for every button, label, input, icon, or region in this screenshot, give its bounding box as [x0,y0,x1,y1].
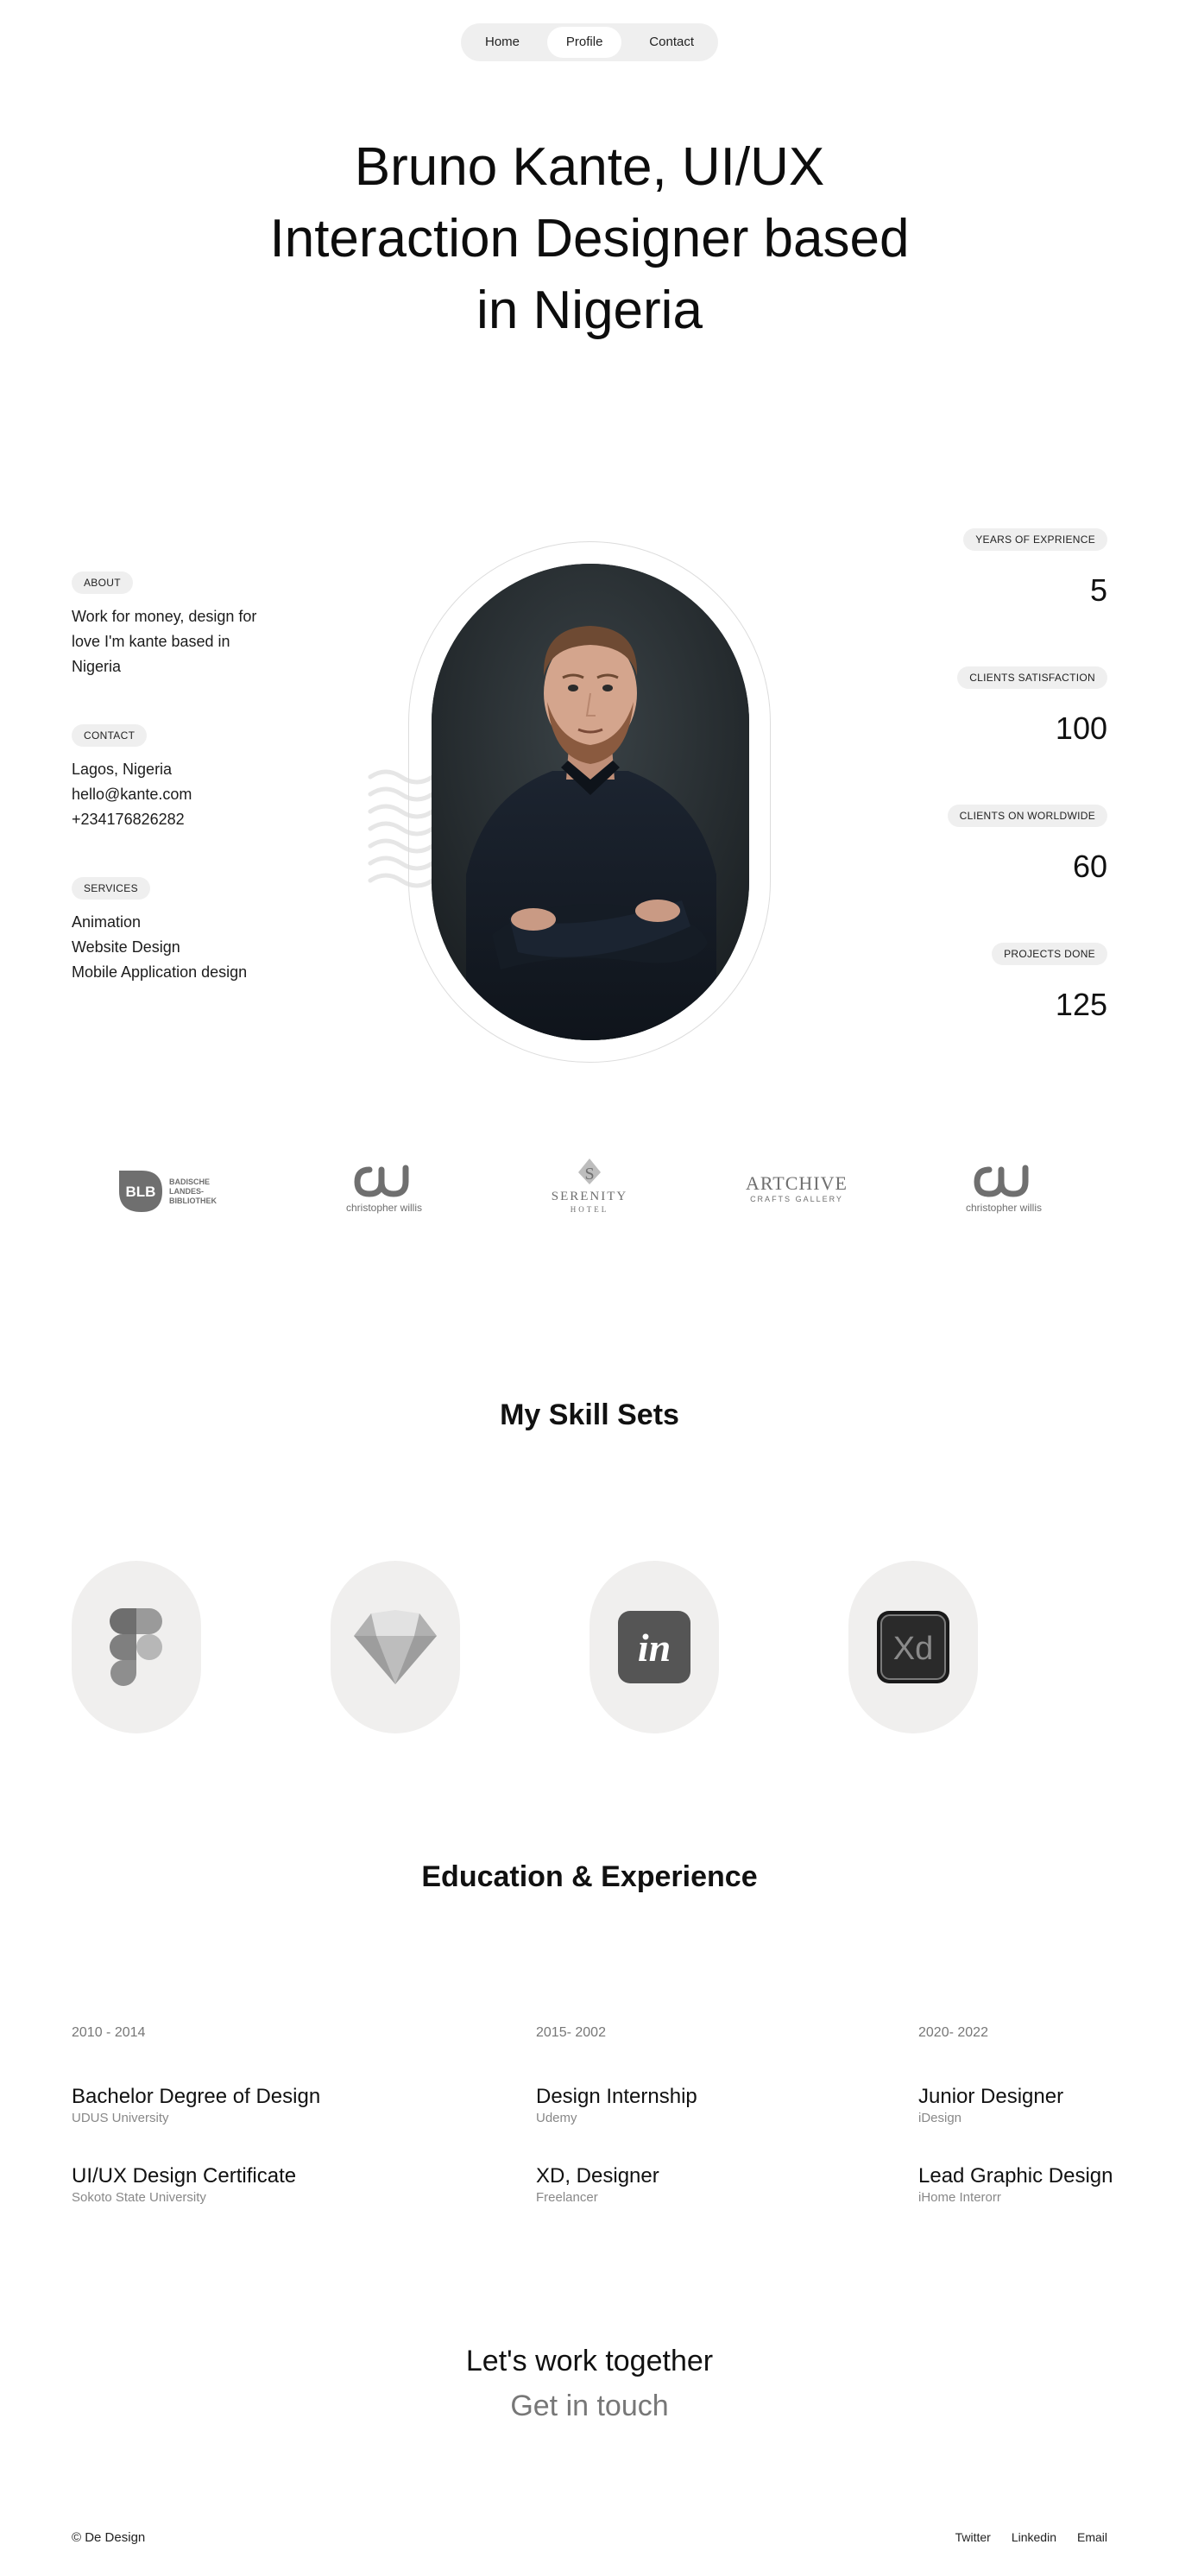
services-block: SERVICES Animation Website Design Mobile… [72,877,296,985]
edu-title: Design Internship [536,2085,697,2108]
footer-links: Twitter Linkedin Email [955,2530,1107,2544]
edu-sub: Sokoto State University [72,2190,206,2205]
edu-sub: Freelancer [536,2190,598,2205]
nav-home[interactable]: Home [466,27,539,58]
nav-contact[interactable]: Contact [630,27,713,58]
edu-item: Junior Designer iDesign [918,2084,1113,2127]
footer-link-linkedin[interactable]: Linkedin [1012,2530,1056,2544]
contact-email[interactable]: hello@kante.com [72,782,296,807]
stat-value: 5 [1089,572,1107,608]
skill-sketch [331,1561,460,1733]
education-column: 2015- 2002 Design Internship Udemy XD, D… [536,2025,697,2207]
about-text-line: Nigeria [72,658,122,675]
christopher-willis-logo-2: christopher willis [939,1157,1069,1219]
stat-label: CLIENTS ON WORLDWIDE [947,805,1107,827]
svg-text:LANDES-: LANDES- [169,1187,204,1196]
hero-title-line: in Nigeria [476,281,703,340]
about-text-line: love I'm kante based in [72,633,230,650]
education-column: 2020- 2022 Junior Designer iDesign Lead … [918,2025,1113,2207]
stat-label: YEARS OF EXPRIENCE [963,528,1107,551]
svg-text:S: S [584,1165,594,1184]
stat-years: YEARS OF EXPRIENCE 5 [963,528,1107,608]
contact-phone[interactable]: +234176826282 [72,807,296,832]
logo-mark: BLB [126,1184,156,1200]
svg-text:in: in [638,1626,671,1670]
top-nav: Home Profile Contact [461,23,718,61]
skill-adobe-xd: Xd [848,1561,978,1733]
blb-logo: BLB BADISCHE LANDES- BIBLIOTHEK [112,1157,242,1219]
education-column: 2010 - 2014 Bachelor Degree of Design UD… [72,2025,320,2207]
serenity-hotel-logo: S SERENITY HOTEL [525,1157,654,1219]
stat-satisfaction: CLIENTS SATISFACTION 100 [957,666,1107,746]
svg-text:christopher willis: christopher willis [346,1202,422,1214]
svg-text:HOTEL: HOTEL [571,1205,609,1214]
hero-title-line: Interaction Designer based [269,209,910,268]
nav-profile[interactable]: Profile [546,27,622,58]
stat-value: 125 [1055,987,1107,1022]
stat-label: CLIENTS SATISFACTION [957,666,1107,689]
footer-link-twitter[interactable]: Twitter [955,2530,991,2544]
skills-title: My Skill Sets [500,1398,679,1431]
edu-item: XD, Designer Freelancer [536,2163,697,2207]
edu-years: 2020- 2022 [918,2025,988,2040]
service-item: Animation [72,913,142,931]
edu-sub: UDUS University [72,2111,169,2125]
svg-text:ARTCHIVE: ARTCHIVE [746,1172,848,1194]
svg-text:Xd: Xd [893,1631,933,1667]
figma-icon [110,1608,162,1686]
edu-item: Bachelor Degree of Design UDUS Universit… [72,2084,320,2127]
stat-clients: CLIENTS ON WORLDWIDE 60 [947,805,1107,884]
svg-text:BIBLIOTHEK: BIBLIOTHEK [169,1196,217,1205]
skill-invision: in [590,1561,719,1733]
person-portrait-image [432,564,749,1040]
about-block: ABOUT Work for money, design for love I'… [72,571,296,679]
svg-text:SERENITY: SERENITY [552,1190,628,1203]
edu-sub: Udemy [536,2111,577,2125]
service-item: Website Design [72,938,180,956]
stat-value: 60 [1072,849,1107,884]
stat-label: PROJECTS DONE [992,943,1107,965]
edu-sub: iDesign [918,2111,962,2125]
service-item: Mobile Application design [72,963,248,981]
contact-label: CONTACT [72,724,148,747]
edu-title: UI/UX Design Certificate [72,2164,297,2188]
footer-copyright: © De Design [72,2530,146,2545]
services-label: SERVICES [72,877,150,900]
get-in-touch-link[interactable]: Get in touch [0,2390,1179,2423]
edu-title: XD, Designer [536,2164,659,2188]
skill-figma [72,1561,201,1733]
hero-title: Bruno Kante, UI/UX Interaction Designer … [0,131,1179,346]
footer-link-email[interactable]: Email [1077,2530,1107,2544]
svg-text:christopher willis: christopher willis [966,1202,1042,1214]
sketch-icon [354,1610,437,1684]
stat-value: 100 [1055,710,1107,746]
edu-years: 2010 - 2014 [72,2025,146,2040]
about-label: ABOUT [72,571,133,594]
invision-icon: in [618,1611,690,1683]
edu-item: Design Internship Udemy [536,2084,697,2127]
edu-sub: iHome Interorr [918,2190,1001,2205]
contact-location: Lagos, Nigeria [72,761,173,778]
christopher-willis-logo: christopher willis [319,1157,449,1219]
adobe-xd-icon: Xd [877,1611,949,1683]
cta-heading: Let's work together [465,2345,714,2377]
about-text-line: Work for money, design for [72,608,257,625]
portrait-photo [432,564,749,1040]
edu-item: UI/UX Design Certificate Sokoto State Un… [72,2163,320,2207]
edu-title: Bachelor Degree of Design [72,2085,321,2108]
artchive-logo: ARTCHIVE CRAFTS GALLERY [732,1157,861,1219]
edu-title: Junior Designer [918,2085,1064,2108]
svg-text:BADISCHE: BADISCHE [169,1178,210,1186]
svg-text:CRAFTS GALLERY: CRAFTS GALLERY [750,1195,843,1203]
edu-item: Lead Graphic Design iHome Interorr [918,2163,1113,2207]
edu-years: 2015- 2002 [536,2025,606,2040]
stat-projects: PROJECTS DONE 125 [992,943,1107,1022]
contact-block: CONTACT Lagos, Nigeria hello@kante.com +… [72,724,296,832]
edu-title: Lead Graphic Design [918,2164,1113,2188]
hero-title-line: Bruno Kante, UI/UX [354,137,825,197]
education-title: Education & Experience [421,1860,758,1893]
